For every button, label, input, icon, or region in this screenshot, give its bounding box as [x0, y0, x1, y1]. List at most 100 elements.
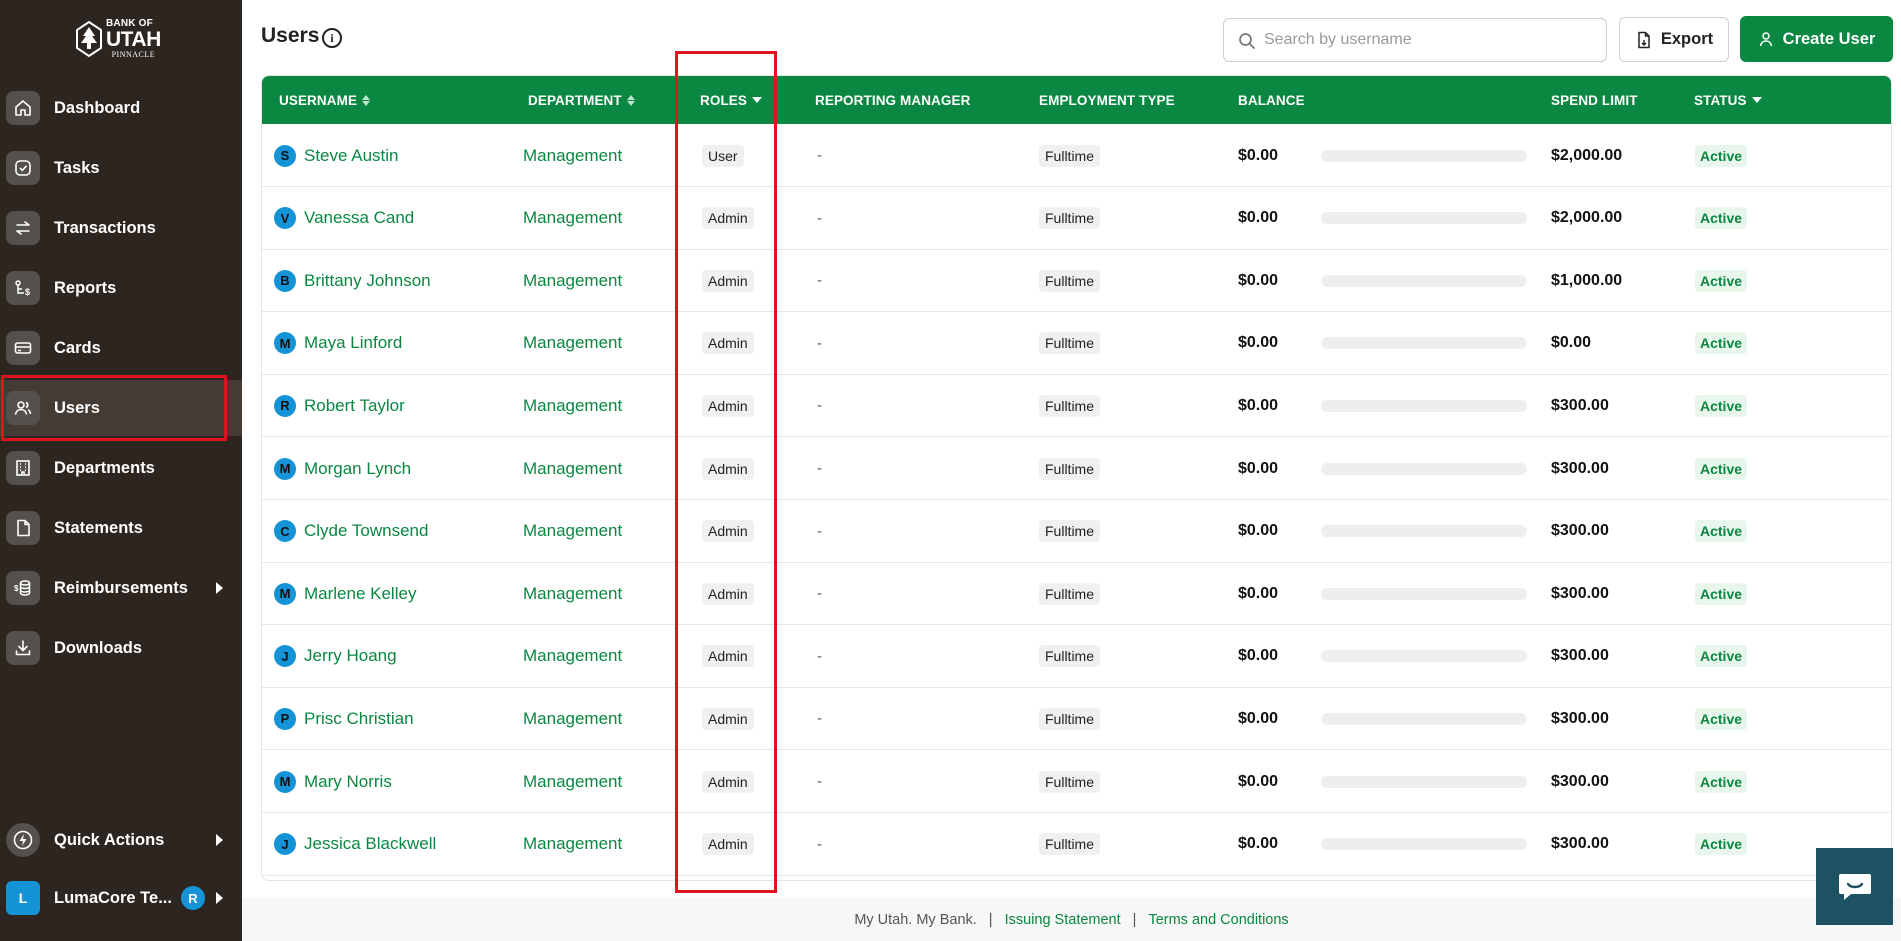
user-avatar: S	[274, 144, 296, 167]
department-link[interactable]: Management	[523, 271, 622, 291]
search-box[interactable]	[1223, 18, 1607, 62]
employment-badge: Fulltime	[1039, 269, 1101, 292]
spend-progress-cell	[1321, 187, 1527, 250]
balance-cell: $0.00	[1238, 625, 1278, 688]
role-badge: Admin	[702, 707, 754, 730]
quick-actions-button[interactable]: Quick Actions	[0, 812, 242, 868]
username-link[interactable]: Steve Austin	[304, 146, 399, 166]
sidebar-item-downloads[interactable]: Downloads	[0, 620, 242, 676]
quick-actions-label: Quick Actions	[54, 830, 165, 849]
status-badge: Active	[1695, 582, 1748, 605]
sidebar-item-statements[interactable]: Statements	[0, 500, 242, 556]
role-badge: Admin	[702, 770, 754, 793]
chat-button[interactable]	[1816, 848, 1893, 925]
spend-limit-value: $300.00	[1551, 584, 1609, 602]
column-header-department[interactable]: DEPARTMENT	[528, 76, 635, 124]
column-header-roles[interactable]: ROLES	[700, 76, 763, 124]
column-header-username[interactable]: USERNAME	[279, 76, 371, 124]
status-badge: Active	[1695, 332, 1748, 355]
department-link[interactable]: Management	[523, 709, 622, 729]
employment-cell: Fulltime	[1039, 750, 1101, 813]
department-link[interactable]: Management	[523, 146, 622, 166]
export-button[interactable]: Export	[1619, 17, 1729, 62]
username-link[interactable]: Brittany Johnson	[304, 271, 431, 291]
manager-cell: -	[817, 312, 822, 375]
sidebar: BANK OF UTAH PINNACLE Dashboard Tasks Tr…	[0, 0, 242, 941]
table-row[interactable]: B Brittany Johnson Management Admin - Fulltim…	[262, 249, 1891, 313]
manager-value: -	[817, 773, 822, 790]
username-link[interactable]: Jessica Blackwell	[304, 834, 436, 854]
table-row[interactable]: C Clyde Townsend Management Admin - Fulltime $…	[262, 500, 1891, 563]
status-badge: Active	[1695, 394, 1748, 417]
spend-limit-value: $300.00	[1551, 709, 1609, 727]
sidebar-item-reports[interactable]: $ Reports	[0, 260, 242, 316]
sidebar-item-reimbursements[interactable]: $ Reimbursements	[0, 560, 242, 616]
sidebar-item-users[interactable]: Users	[0, 380, 242, 436]
username-link[interactable]: Jerry Hoang	[304, 646, 397, 666]
create-user-button[interactable]: Create User	[1740, 16, 1893, 62]
department-link[interactable]: Management	[523, 333, 622, 353]
department-link[interactable]: Management	[523, 772, 622, 792]
username-link[interactable]: Morgan Lynch	[304, 459, 411, 479]
bank-logo[interactable]: BANK OF UTAH PINNACLE	[76, 16, 168, 62]
column-header-spend-limit: SPEND LIMIT	[1551, 76, 1638, 124]
column-header-status[interactable]: STATUS	[1694, 76, 1762, 124]
user-avatar[interactable]: R	[181, 886, 205, 910]
sidebar-item-label: Users	[54, 398, 100, 417]
username-link[interactable]: Mary Norris	[304, 772, 392, 792]
department-link[interactable]: Management	[523, 584, 622, 604]
spend-limit-value: $300.00	[1551, 522, 1609, 540]
search-input[interactable]	[1264, 29, 1594, 51]
employment-badge: Fulltime	[1039, 457, 1101, 480]
table-row[interactable]: J Jerry Hoang Management Admin - Fulltime $0.0…	[262, 625, 1891, 688]
filter-dropdown-icon	[1751, 97, 1762, 103]
table-row[interactable]: P Prisc Christian Management Admin - Fulltime…	[262, 687, 1891, 751]
username-link[interactable]: Marlene Kelley	[304, 584, 416, 604]
table-row[interactable]: M Morgan Lynch Management Admin - Fulltime $0.…	[262, 437, 1891, 500]
balance-value: $0.00	[1238, 647, 1279, 665]
department-link[interactable]: Management	[523, 208, 622, 228]
username-link[interactable]: Prisc Christian	[304, 709, 414, 729]
department-link[interactable]: Management	[523, 396, 622, 416]
sidebar-item-tasks[interactable]: Tasks	[0, 140, 242, 196]
employment-cell: Fulltime	[1039, 312, 1101, 375]
department-cell: Management	[523, 187, 622, 250]
status-badge: Active	[1695, 520, 1748, 543]
username-link[interactable]: Maya Linford	[304, 333, 402, 353]
chevron-right-icon	[216, 834, 223, 846]
sidebar-item-transactions[interactable]: Transactions	[0, 200, 242, 256]
username-link[interactable]: Vanessa Cand	[304, 208, 414, 228]
table-row[interactable]: M Maya Linford Management Admin - Fulltime $0.…	[262, 312, 1891, 375]
employment-badge: Fulltime	[1039, 582, 1101, 605]
username-link[interactable]: Clyde Townsend	[304, 521, 428, 541]
svg-text:$: $	[14, 584, 19, 593]
manager-value: -	[817, 522, 822, 540]
info-icon[interactable]: i	[322, 28, 342, 48]
sidebar-item-cards[interactable]: Cards	[0, 320, 242, 376]
role-badge: User	[702, 144, 744, 167]
sidebar-item-dashboard[interactable]: Dashboard	[0, 80, 242, 136]
manager-cell: -	[817, 687, 822, 750]
table-row[interactable]: J Jessica Blackwell Management Admin - Fullti…	[262, 813, 1891, 876]
search-icon	[1239, 33, 1255, 49]
issuing-statement-link[interactable]: Issuing Statement	[1005, 912, 1121, 928]
table-row[interactable]: R Robert Taylor Management Admin - Fulltime $0…	[262, 374, 1891, 438]
terms-link[interactable]: Terms and Conditions	[1148, 912, 1288, 928]
username-link[interactable]: Robert Taylor	[304, 396, 405, 416]
username-cell: M Morgan Lynch	[274, 437, 411, 500]
department-link[interactable]: Management	[523, 521, 622, 541]
balance-value: $0.00	[1238, 772, 1279, 790]
table-row[interactable]: M Marlene Kelley Management Admin - Fulltime $…	[262, 562, 1891, 626]
department-cell: Management	[523, 813, 622, 876]
table-row[interactable]: M Mary Norris Management Admin - Fulltime $0.0…	[262, 750, 1891, 813]
department-link[interactable]: Management	[523, 834, 622, 854]
table-row[interactable]: V Vanessa Cand Management Admin - Fulltime $0.…	[262, 187, 1891, 250]
department-link[interactable]: Management	[523, 459, 622, 479]
org-switcher[interactable]: L LumaCore Te... R	[0, 870, 242, 926]
department-link[interactable]: Management	[523, 646, 622, 666]
spend-progress-bar	[1321, 149, 1527, 162]
spend-progress-cell	[1321, 124, 1527, 187]
table-row[interactable]: S Steve Austin Management User - Fulltime $0.0…	[262, 124, 1891, 187]
sidebar-item-departments[interactable]: Departments	[0, 440, 242, 496]
employment-badge: Fulltime	[1039, 332, 1101, 355]
